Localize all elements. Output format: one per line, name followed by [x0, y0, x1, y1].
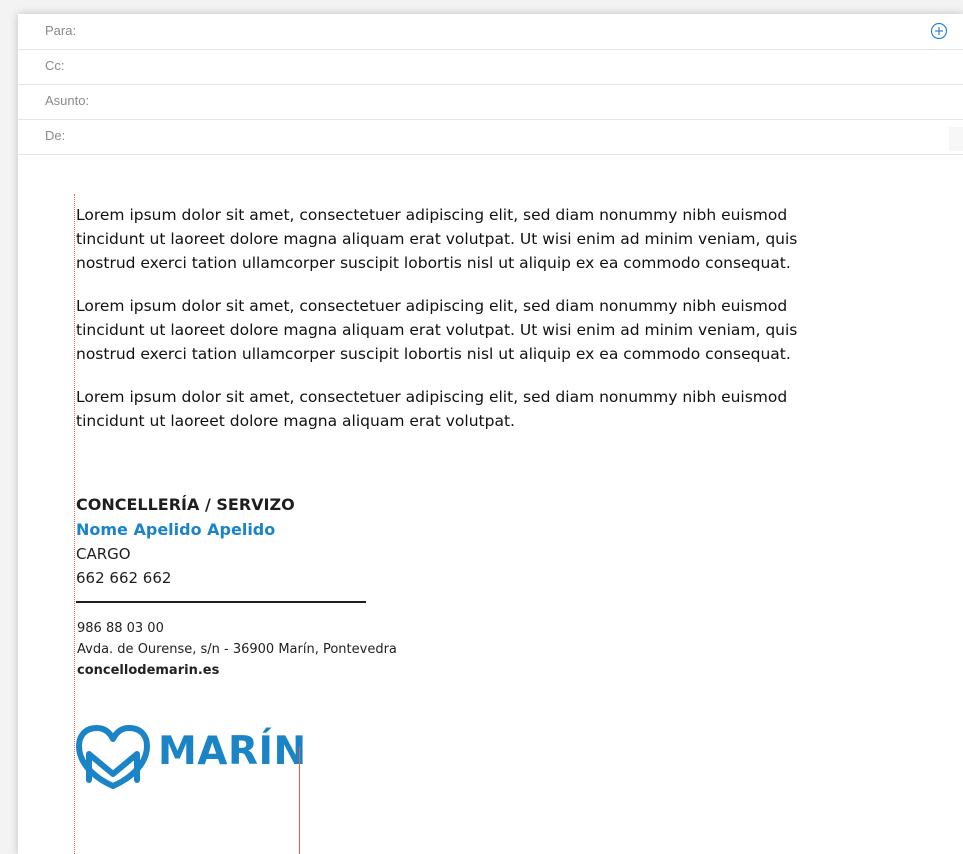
subject-field-row[interactable]: Asunto: — [18, 84, 963, 120]
signature-phone: 986 88 03 00 — [77, 621, 164, 636]
signature-role: CARGO — [76, 545, 131, 563]
to-field-row[interactable]: Para: — [18, 14, 963, 50]
body-paragraph: Lorem ipsum dolor sit amet, consectetuer… — [76, 388, 788, 430]
signature-website[interactable]: concellodemarin.es — [77, 663, 219, 678]
email-compose-window: Para: Cc: Asunto: De: Lorem ipsum dolor … — [18, 14, 963, 854]
signature-name: Nome Apelido Apelido — [76, 520, 276, 539]
marin-logo-icon — [76, 725, 150, 789]
cc-label: Cc: — [45, 58, 65, 73]
cc-field-row[interactable]: Cc: — [18, 49, 963, 85]
signature-divider — [76, 601, 366, 603]
from-field-row[interactable]: De: — [18, 119, 963, 155]
logo-guide-line — [299, 747, 300, 854]
marin-logo-text: MARÍN — [158, 729, 307, 774]
to-label: Para: — [45, 23, 77, 38]
signature-mobile: 662 662 662 — [76, 569, 172, 587]
subject-label: Asunto: — [45, 93, 90, 108]
from-label: De: — [45, 128, 66, 143]
add-recipient-icon[interactable] — [930, 22, 948, 40]
body-paragraph: Lorem ipsum dolor sit amet, consectetuer… — [76, 297, 798, 363]
from-selector[interactable] — [949, 127, 963, 151]
signature-department: CONCELLERÍA / SERVIZO — [76, 495, 295, 514]
signature-address: Avda. de Ourense, s/n - 36900 Marín, Pon… — [77, 642, 397, 657]
body-paragraph: Lorem ipsum dolor sit amet, consectetuer… — [76, 206, 798, 272]
